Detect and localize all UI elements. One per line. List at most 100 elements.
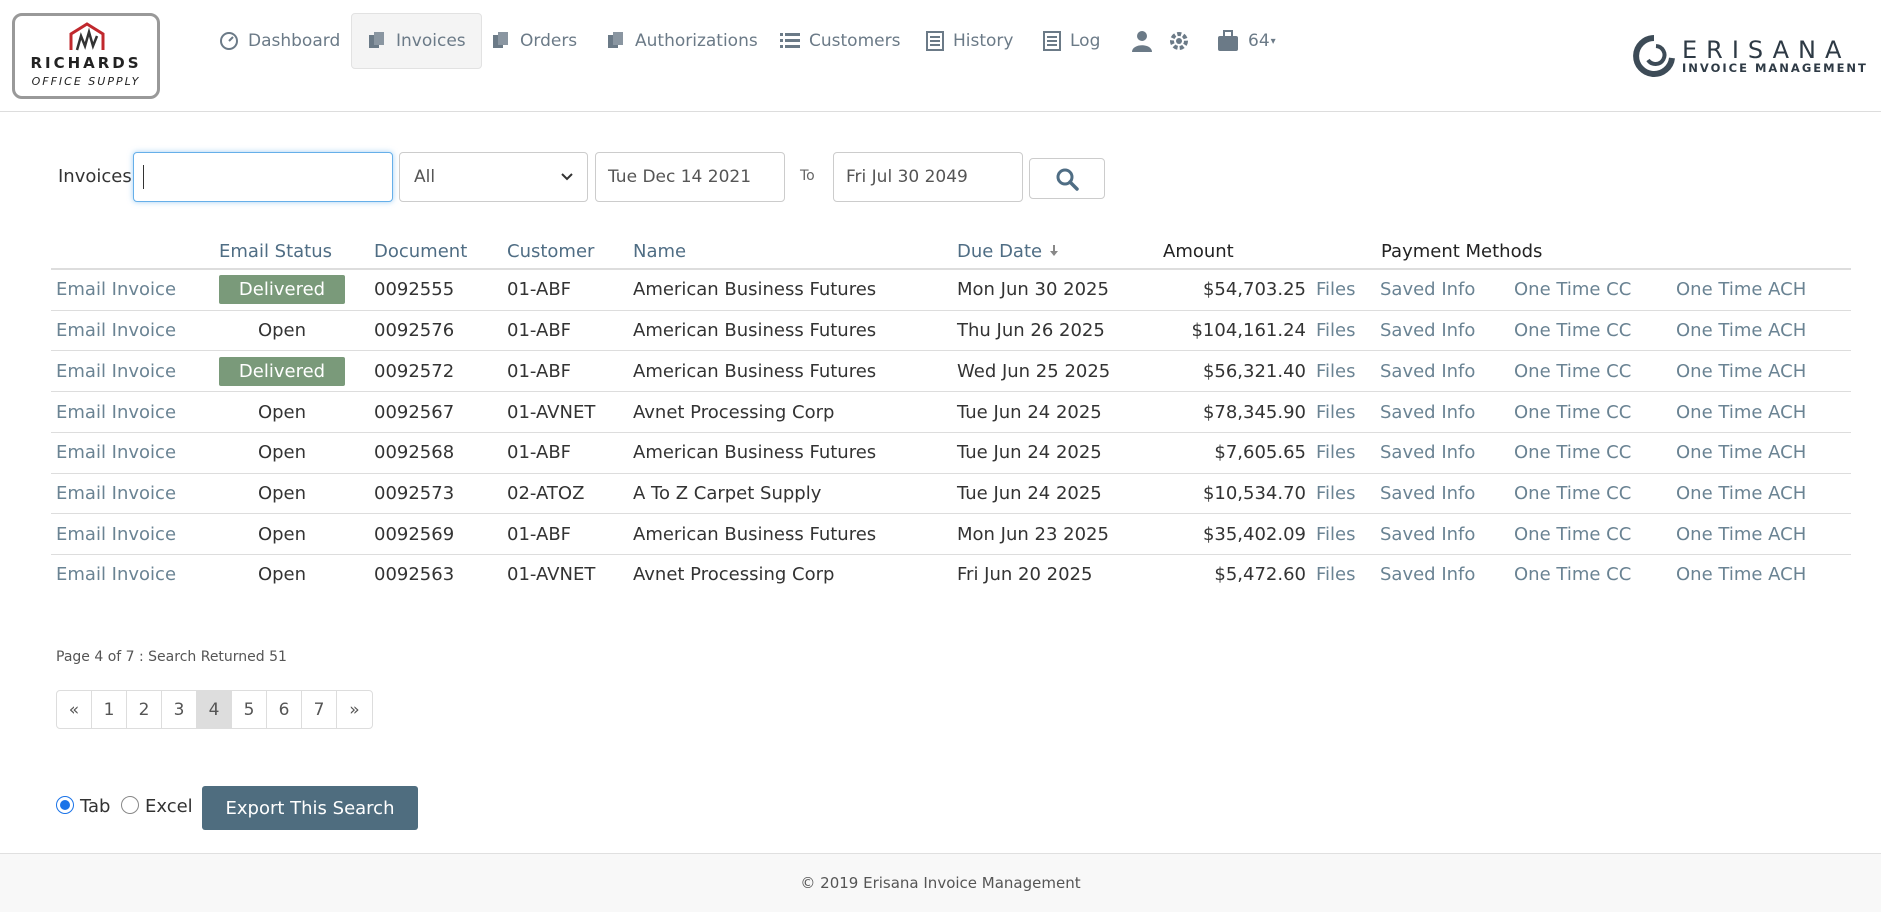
amount-cell: $54,703.25 — [1202, 278, 1306, 300]
one-time-ach-link[interactable]: One Time ACH — [1676, 392, 1806, 432]
company-selector[interactable]: 64 ▾ — [1217, 13, 1276, 69]
amount-cell: $78,345.90 — [1202, 401, 1306, 423]
header-payment-methods: Payment Methods — [1381, 240, 1543, 262]
customer-cell: 01-ABF — [507, 442, 572, 464]
chevron-down-icon — [561, 173, 573, 181]
files-link[interactable]: Files — [1316, 311, 1356, 351]
settings-button[interactable] — [1168, 13, 1190, 69]
saved-info-link[interactable]: Saved Info — [1380, 311, 1475, 351]
tab-radio[interactable] — [56, 796, 74, 814]
email-invoice-link[interactable]: Email Invoice — [56, 311, 176, 351]
files-link[interactable]: Files — [1316, 269, 1356, 309]
one-time-cc-link[interactable]: One Time CC — [1514, 351, 1631, 391]
email-invoice-link[interactable]: Email Invoice — [56, 474, 176, 514]
one-time-ach-link[interactable]: One Time ACH — [1676, 474, 1806, 514]
date-from-input[interactable]: Tue Dec 14 2021 — [595, 152, 785, 202]
table-row: Email Invoice Open 0092569 01-ABF American B… — [51, 513, 1851, 554]
one-time-cc-link[interactable]: One Time CC — [1514, 433, 1631, 473]
saved-info-link[interactable]: Saved Info — [1380, 555, 1475, 595]
one-time-cc-link[interactable]: One Time CC — [1514, 514, 1631, 554]
document-cell: 0092563 — [374, 564, 455, 586]
export-button[interactable]: Export This Search — [202, 786, 418, 830]
nav-authorizations[interactable]: Authorizations — [606, 13, 758, 69]
files-link[interactable]: Files — [1316, 555, 1356, 595]
name-cell: American Business Futures — [633, 442, 877, 464]
pagination-page[interactable]: 1 — [92, 691, 127, 728]
email-invoice-link[interactable]: Email Invoice — [56, 433, 176, 473]
one-time-cc-link[interactable]: One Time CC — [1514, 555, 1631, 595]
one-time-ach-link[interactable]: One Time ACH — [1676, 269, 1806, 309]
files-link[interactable]: Files — [1316, 392, 1356, 432]
name-cell: American Business Futures — [633, 320, 877, 342]
user-menu[interactable] — [1131, 13, 1153, 69]
one-time-cc-link[interactable]: One Time CC — [1514, 269, 1631, 309]
user-icon — [1132, 31, 1152, 52]
header-customer[interactable]: Customer — [507, 233, 594, 269]
pagination: «1 2 3 4 5 6 7» — [56, 690, 373, 729]
pagination-page[interactable]: 6 — [267, 691, 302, 728]
email-invoice-link[interactable]: Email Invoice — [56, 514, 176, 554]
nav-customers-label: Customers — [809, 31, 901, 51]
date-from-value: Tue Dec 14 2021 — [608, 167, 752, 187]
nav-log[interactable]: Log — [1043, 13, 1100, 69]
email-invoice-link[interactable]: Email Invoice — [56, 269, 176, 309]
status-filter-select[interactable]: All — [399, 152, 588, 202]
email-invoice-link[interactable]: Email Invoice — [56, 555, 176, 595]
email-invoice-link[interactable]: Email Invoice — [56, 351, 176, 391]
table-row: Email Invoice Open 0092576 01-ABF American B… — [51, 309, 1851, 351]
page-info: Page 4 of 7 : Search Returned 51 — [56, 649, 287, 665]
nav-invoices-label: Invoices — [396, 31, 466, 51]
pagination-page[interactable]: 3 — [162, 691, 197, 728]
list-box-icon — [1043, 31, 1061, 51]
saved-info-link[interactable]: Saved Info — [1380, 269, 1475, 309]
pagination-page[interactable]: 5 — [232, 691, 267, 728]
nav-orders-label: Orders — [520, 31, 578, 51]
nav-dashboard[interactable]: Dashboard — [219, 13, 340, 69]
caret-down-icon: ▾ — [1270, 35, 1276, 47]
email-invoice-link[interactable]: Email Invoice — [56, 392, 176, 432]
search-button[interactable] — [1029, 158, 1105, 199]
document-cell: 0092568 — [374, 442, 455, 464]
documents-icon — [369, 32, 384, 48]
nav-history[interactable]: History — [926, 13, 1013, 69]
list-box-icon — [926, 31, 944, 51]
nav-invoices[interactable]: Invoices — [351, 13, 482, 69]
one-time-cc-link[interactable]: One Time CC — [1514, 311, 1631, 351]
pagination-prev[interactable]: « — [57, 691, 92, 728]
one-time-ach-link[interactable]: One Time ACH — [1676, 555, 1806, 595]
customer-cell: 01-ABF — [507, 320, 572, 342]
nav-customers[interactable]: Customers — [780, 13, 900, 69]
files-link[interactable]: Files — [1316, 514, 1356, 554]
pagination-next[interactable]: » — [337, 691, 372, 728]
one-time-ach-link[interactable]: One Time ACH — [1676, 311, 1806, 351]
footer-text: © 2019 Erisana Invoice Management — [800, 874, 1081, 892]
richards-logo[interactable]: RICHARDS OFFICE SUPPLY — [12, 13, 160, 99]
files-link[interactable]: Files — [1316, 474, 1356, 514]
pagination-page[interactable]: 4 — [197, 691, 232, 728]
pagination-page[interactable]: 2 — [127, 691, 162, 728]
excel-radio[interactable] — [121, 796, 139, 814]
files-link[interactable]: Files — [1316, 351, 1356, 391]
header-name[interactable]: Name — [633, 233, 686, 269]
one-time-ach-link[interactable]: One Time ACH — [1676, 433, 1806, 473]
header-due-date[interactable]: Due Date — [957, 233, 1060, 269]
gear-icon — [1170, 32, 1188, 50]
saved-info-link[interactable]: Saved Info — [1380, 392, 1475, 432]
nav-orders[interactable]: Orders — [491, 13, 577, 69]
logo-line1: RICHARDS — [30, 54, 142, 72]
one-time-cc-link[interactable]: One Time CC — [1514, 474, 1631, 514]
one-time-cc-link[interactable]: One Time CC — [1514, 392, 1631, 432]
one-time-ach-link[interactable]: One Time ACH — [1676, 351, 1806, 391]
saved-info-link[interactable]: Saved Info — [1380, 433, 1475, 473]
one-time-ach-link[interactable]: One Time ACH — [1676, 514, 1806, 554]
pagination-page[interactable]: 7 — [302, 691, 337, 728]
date-to-input[interactable]: Fri Jul 30 2049 — [833, 152, 1023, 202]
saved-info-link[interactable]: Saved Info — [1380, 474, 1475, 514]
files-link[interactable]: Files — [1316, 433, 1356, 473]
header-email-status[interactable]: Email Status — [219, 233, 332, 269]
saved-info-link[interactable]: Saved Info — [1380, 351, 1475, 391]
search-input[interactable] — [133, 152, 393, 202]
saved-info-link[interactable]: Saved Info — [1380, 514, 1475, 554]
header-document[interactable]: Document — [374, 233, 467, 269]
amount-cell: $35,402.09 — [1202, 523, 1306, 545]
